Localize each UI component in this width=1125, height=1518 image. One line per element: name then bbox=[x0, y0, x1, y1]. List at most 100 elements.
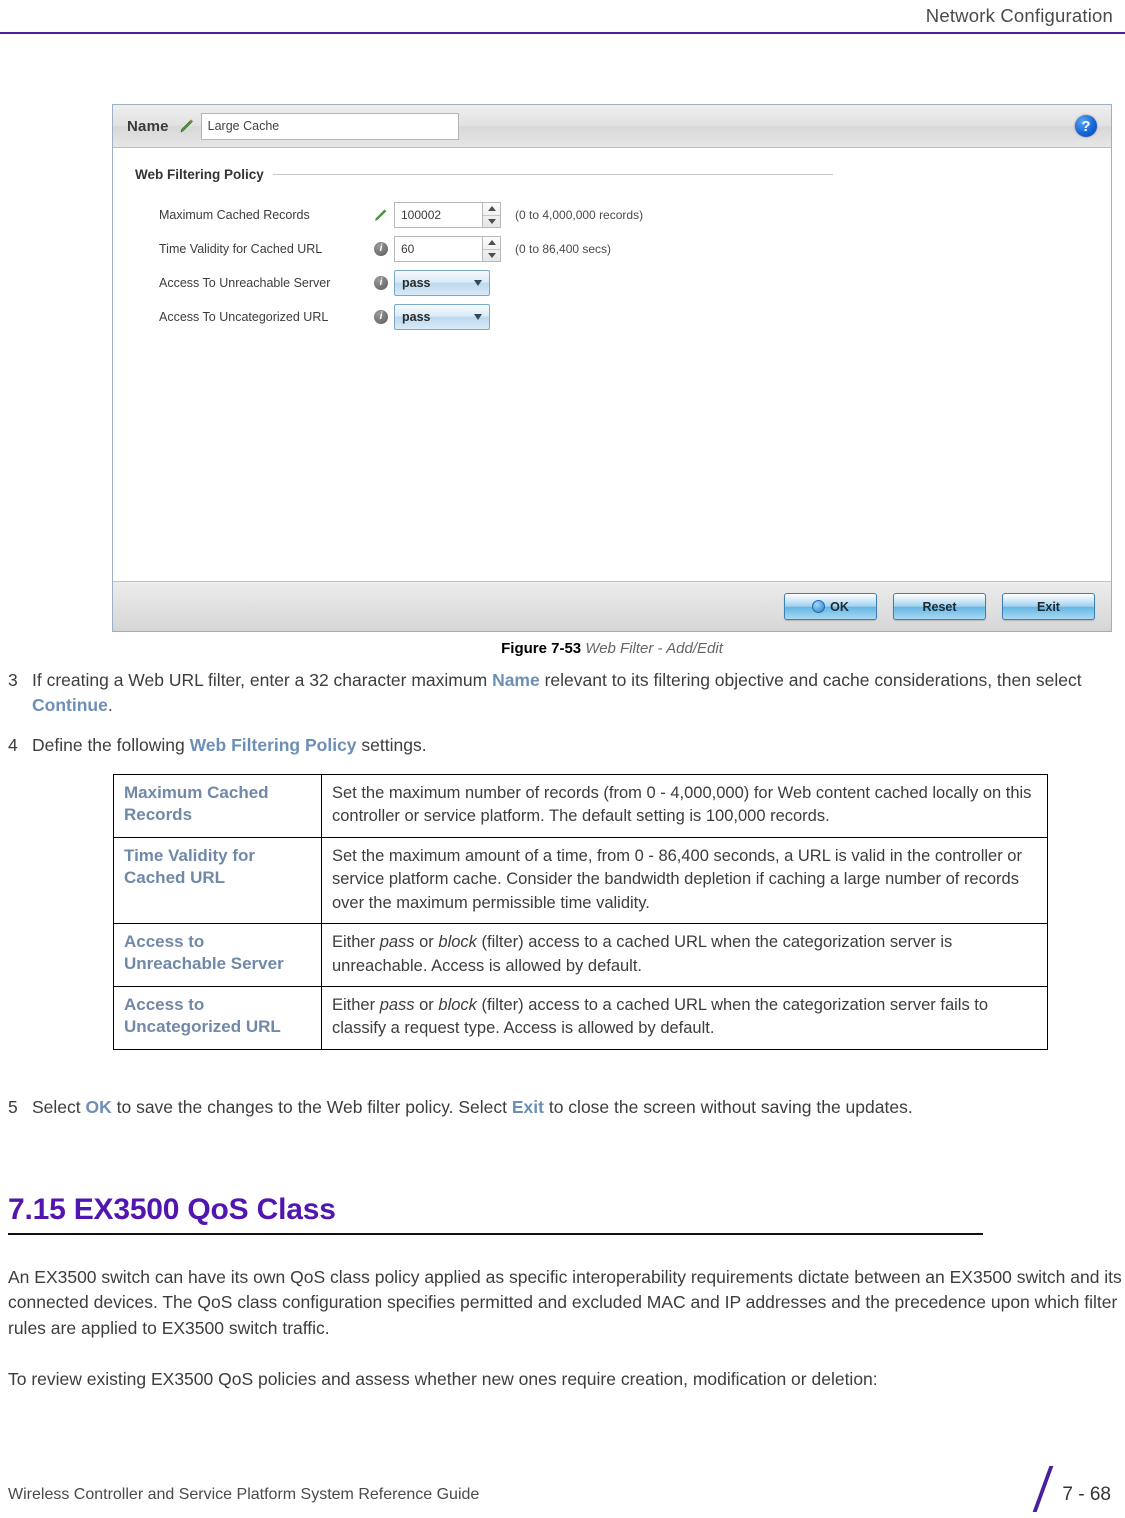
name-input[interactable]: Large Cache bbox=[200, 112, 459, 140]
desc-em-block: block bbox=[438, 933, 477, 952]
field-label-maximum-cached-records: Maximum Cached Records bbox=[159, 208, 310, 222]
table-row: Access to Uncategorized URL Either pass … bbox=[113, 985, 1048, 1050]
name-input-value: Large Cache bbox=[207, 119, 280, 133]
table-row-description: Either pass or block (filter) access to … bbox=[321, 985, 1048, 1050]
dialog-titlebar: Name Large Cache ? bbox=[113, 105, 1111, 148]
field-label-time-validity-for-cached-url: Time Validity for Cached URL bbox=[159, 242, 323, 256]
step-5-text: Select OK to save the changes to the Web… bbox=[32, 1095, 1082, 1120]
ok-button-label: OK bbox=[830, 599, 849, 614]
param-table-wrap: Maximum Cached Records Set the maximum n… bbox=[0, 774, 1125, 1050]
section-heading-wrap: 7.15 EX3500 QoS Class bbox=[0, 1193, 1125, 1235]
footer-guide-title: Wireless Controller and Service Platform… bbox=[8, 1486, 480, 1503]
dialog-body: Web Filtering Policy Maximum Cached Reco… bbox=[113, 149, 1111, 581]
step-3-keyword-continue: Continue bbox=[32, 695, 108, 716]
pencil-icon bbox=[374, 208, 389, 222]
spinner-up-button[interactable] bbox=[483, 203, 500, 216]
step-4-number: 4 bbox=[8, 734, 18, 755]
section-title: Web Filtering Policy bbox=[135, 167, 264, 182]
desc-mid: or bbox=[414, 995, 439, 1014]
access-to-unreachable-server-dropdown[interactable]: pass bbox=[394, 270, 490, 296]
step-5-part2: to save the changes to the Web filter po… bbox=[111, 1097, 512, 1117]
footer-slash-decoration bbox=[1032, 1466, 1054, 1512]
step-5: 5 Select OK to save the changes to the W… bbox=[0, 1095, 1125, 1120]
desc-text: Set the maximum amount of a time, from 0… bbox=[332, 846, 1022, 912]
spinner-down-button[interactable] bbox=[483, 250, 500, 262]
table-row-label: Access to Unreachable Server bbox=[113, 923, 322, 987]
table-row-description: Set the maximum amount of a time, from 0… bbox=[321, 836, 1048, 925]
spinner-up-button[interactable] bbox=[483, 237, 500, 250]
dialog-footer: OK Reset Exit bbox=[113, 581, 1111, 631]
desc-em-pass: pass bbox=[379, 995, 415, 1014]
table-row-label: Time Validity for Cached URL bbox=[113, 836, 322, 925]
section-paragraphs: An EX3500 switch can have its own QoS cl… bbox=[0, 1265, 1125, 1393]
maximum-cached-records-hint: (0 to 4,000,000 records) bbox=[515, 208, 644, 222]
info-icon[interactable]: i bbox=[374, 242, 388, 256]
maximum-cached-records-spinner[interactable]: 100002 bbox=[394, 202, 501, 228]
desc-mid: or bbox=[414, 933, 439, 952]
page-header: Network Configuration bbox=[0, 0, 1125, 36]
dropdown-value: pass bbox=[402, 310, 431, 324]
page-title: 7.15 EX3500 QoS Class bbox=[8, 1193, 336, 1226]
step-5-keyword-exit: Exit bbox=[511, 1097, 544, 1117]
step-4-keyword-policy: Web Filtering Policy bbox=[189, 734, 357, 755]
name-field-label: Name bbox=[127, 117, 169, 135]
step-4: 4 Define the following Web Filtering Pol… bbox=[0, 733, 1125, 758]
help-icon[interactable]: ? bbox=[1075, 115, 1097, 137]
step-4-part2: settings. bbox=[356, 734, 427, 755]
step-4-part1: Define the following bbox=[32, 734, 190, 755]
exit-button[interactable]: Exit bbox=[1002, 593, 1095, 620]
section-rule bbox=[272, 174, 833, 175]
chevron-down-icon bbox=[474, 280, 482, 286]
exit-button-label: Exit bbox=[1037, 599, 1060, 614]
info-icon[interactable]: i bbox=[374, 276, 388, 290]
help-icon-glyph: ? bbox=[1081, 117, 1091, 135]
header-rule bbox=[0, 32, 1125, 34]
table-row-description: Either pass or block (filter) access to … bbox=[321, 923, 1048, 987]
section-heading-rule bbox=[8, 1233, 983, 1235]
page-footer: Wireless Controller and Service Platform… bbox=[0, 1458, 1125, 1518]
section-7-15: 7.15 EX3500 QoS Class bbox=[8, 1193, 1125, 1235]
desc-text: Set the maximum number of records (from … bbox=[332, 784, 1032, 826]
field-row-access-to-uncategorized-url: Access To Uncategorized URL i pass bbox=[135, 300, 1093, 334]
ok-button[interactable]: OK bbox=[784, 593, 877, 620]
chevron-down-icon bbox=[474, 314, 482, 320]
step-5-part1: Select bbox=[32, 1097, 86, 1117]
figure-caption: Figure 7-53 Web Filter - Add/Edit bbox=[112, 640, 1112, 657]
spinner-down-button[interactable] bbox=[483, 216, 500, 228]
field-label-access-to-uncategorized-url: Access To Uncategorized URL bbox=[159, 310, 329, 324]
figure-web-filter-add-edit: Name Large Cache ? Web Filtering Policy bbox=[112, 104, 1112, 657]
step-3-number: 3 bbox=[8, 670, 18, 690]
field-row-maximum-cached-records: Maximum Cached Records 100002 (0 to 4,00… bbox=[135, 198, 1093, 232]
body-content: 3 If creating a Web URL filter, enter a … bbox=[0, 668, 1125, 758]
reset-button[interactable]: Reset bbox=[893, 593, 986, 620]
table-row: Time Validity for Cached URL Set the max… bbox=[113, 836, 1048, 925]
step-4-text: Define the following Web Filtering Polic… bbox=[32, 733, 1082, 758]
step-5-keyword-ok: OK bbox=[85, 1097, 112, 1117]
web-filtering-policy-table: Maximum Cached Records Set the maximum n… bbox=[113, 774, 1048, 1050]
footer-page-number: 7 - 68 bbox=[1062, 1484, 1111, 1505]
figure-caption-label: Figure 7-53 bbox=[501, 640, 582, 657]
ok-icon bbox=[812, 600, 826, 613]
time-validity-spinner[interactable]: 60 bbox=[394, 236, 501, 262]
step-3: 3 If creating a Web URL filter, enter a … bbox=[0, 668, 1125, 719]
maximum-cached-records-input[interactable]: 100002 bbox=[394, 202, 482, 228]
step-5-number: 5 bbox=[8, 1097, 18, 1117]
desc-pre: Either bbox=[332, 933, 380, 952]
step-3-part1: If creating a Web URL filter, enter a 32… bbox=[32, 670, 493, 690]
info-icon[interactable]: i bbox=[374, 310, 388, 324]
web-filter-dialog: Name Large Cache ? Web Filtering Policy bbox=[112, 104, 1112, 632]
pencil-icon bbox=[179, 118, 194, 134]
step-3-part2: relevant to its filtering objective and … bbox=[539, 670, 1082, 690]
table-row-label: Maximum Cached Records bbox=[113, 774, 322, 838]
field-row-access-to-unreachable-server: Access To Unreachable Server i pass bbox=[135, 266, 1093, 300]
section-paragraph-1: An EX3500 switch can have its own QoS cl… bbox=[8, 1267, 1122, 1338]
step-3-part3: . bbox=[107, 695, 113, 716]
section-paragraph-2: To review existing EX3500 QoS policies a… bbox=[8, 1369, 878, 1390]
table-row-description: Set the maximum number of records (from … bbox=[321, 774, 1048, 838]
table-row: Access to Unreachable Server Either pass… bbox=[113, 923, 1048, 987]
desc-em-block: block bbox=[438, 995, 477, 1014]
time-validity-input[interactable]: 60 bbox=[394, 236, 482, 262]
access-to-uncategorized-url-dropdown[interactable]: pass bbox=[394, 304, 490, 330]
table-row-label: Access to Uncategorized URL bbox=[113, 985, 322, 1050]
dropdown-value: pass bbox=[402, 276, 431, 290]
